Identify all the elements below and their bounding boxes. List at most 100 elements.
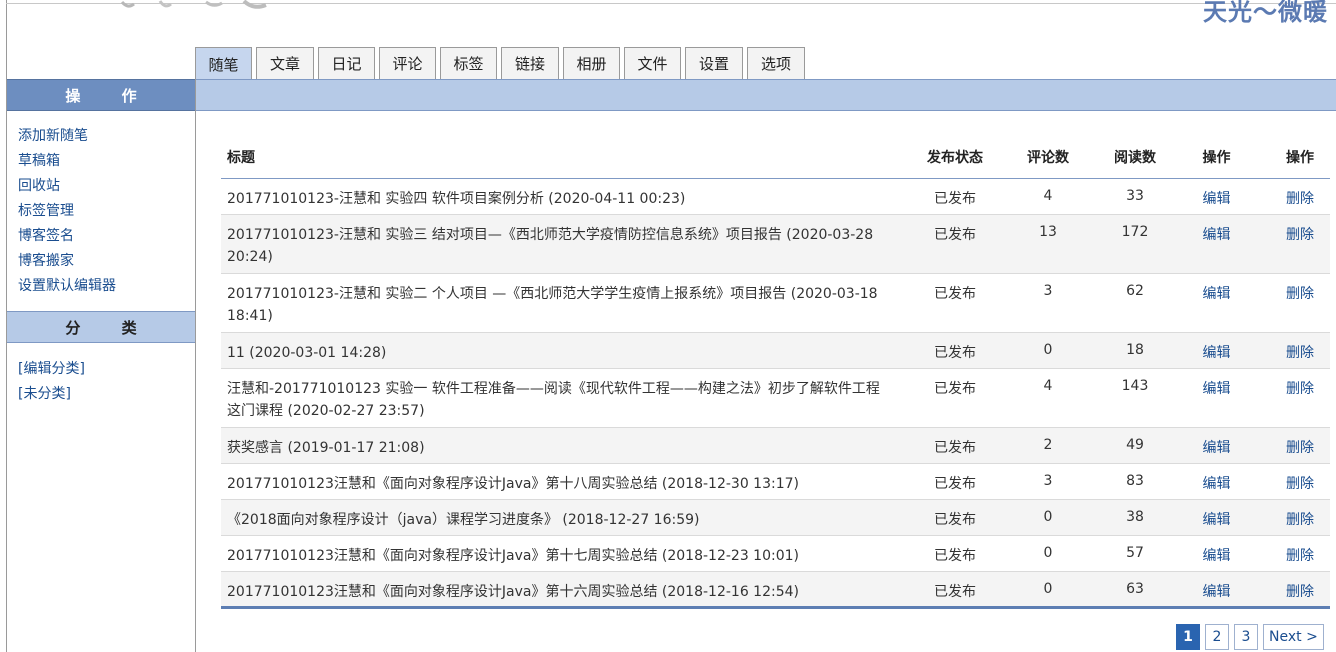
table-row: 汪慧和-201771010123 实验一 软件工程准备——阅读《现代软件工程——… xyxy=(221,368,1330,428)
edit-cell: 编辑 xyxy=(1163,427,1270,464)
tab-articles[interactable]: 文章 xyxy=(256,47,314,79)
column-header-edit: 操作 xyxy=(1163,137,1270,179)
post-read-count: 38 xyxy=(1107,499,1163,536)
delete-link[interactable]: 删除 xyxy=(1286,476,1314,492)
post-status: 已发布 xyxy=(921,332,989,369)
delete-link[interactable]: 删除 xyxy=(1286,286,1314,302)
delete-link[interactable]: 删除 xyxy=(1286,512,1314,528)
edit-cell: 编辑 xyxy=(1163,368,1270,428)
delete-link[interactable]: 删除 xyxy=(1286,440,1314,456)
edit-link[interactable]: 编辑 xyxy=(1203,512,1231,528)
post-read-count: 62 xyxy=(1107,273,1163,333)
tab-files[interactable]: 文件 xyxy=(624,47,681,79)
tab-albums[interactable]: 相册 xyxy=(563,47,620,79)
sidebar-link-blog-signature[interactable]: 博客签名 xyxy=(18,226,116,251)
post-comment-count: 4 xyxy=(989,178,1107,215)
post-read-count: 49 xyxy=(1107,427,1163,464)
delete-link[interactable]: 删除 xyxy=(1286,381,1314,397)
sidebar-link-uncategorized[interactable]: [未分类] xyxy=(18,384,85,409)
edit-link[interactable]: 编辑 xyxy=(1203,548,1231,564)
edit-cell: 编辑 xyxy=(1163,499,1270,536)
post-comment-count: 0 xyxy=(989,499,1107,536)
column-header-title: 标题 xyxy=(221,137,921,179)
post-title: 201771010123汪慧和《面向对象程序设计Java》第十七周实验总结 (2… xyxy=(221,535,921,572)
posts-table: 标题 发布状态 评论数 阅读数 操作 操作 201771010123-汪慧和 实… xyxy=(221,137,1330,609)
edit-link[interactable]: 编辑 xyxy=(1203,476,1231,492)
sidebar-link-blog-migration[interactable]: 博客搬家 xyxy=(18,251,116,276)
edit-link[interactable]: 编辑 xyxy=(1203,440,1231,456)
post-read-count: 63 xyxy=(1107,571,1163,609)
edit-link[interactable]: 编辑 xyxy=(1203,191,1231,207)
delete-cell: 删除 xyxy=(1270,463,1330,500)
table-row: 201771010123-汪慧和 实验二 个人项目 —《西北师范大学学生疫情上报… xyxy=(221,273,1330,333)
delete-link[interactable]: 删除 xyxy=(1286,191,1314,207)
tab-comments[interactable]: 评论 xyxy=(379,47,436,79)
delete-link[interactable]: 删除 xyxy=(1286,548,1314,564)
blog-title[interactable]: 天光～微暖 xyxy=(1203,0,1328,27)
sidebar-link-tag-management[interactable]: 标签管理 xyxy=(18,201,116,226)
page-3-button[interactable]: 3 xyxy=(1234,624,1258,650)
post-status: 已发布 xyxy=(921,427,989,464)
tab-settings[interactable]: 设置 xyxy=(685,47,743,79)
sidebar-ops-links: 添加新随笔 草稿箱 回收站 标签管理 博客签名 博客搬家 设置默认编辑器 xyxy=(18,126,116,301)
edit-link[interactable]: 编辑 xyxy=(1203,286,1231,302)
post-read-count: 18 xyxy=(1107,332,1163,369)
column-header-comments: 评论数 xyxy=(989,137,1107,179)
delete-cell: 删除 xyxy=(1270,571,1330,609)
tab-posts[interactable]: 随笔 xyxy=(195,47,252,80)
table-row: 201771010123-汪慧和 实验四 软件项目案例分析 (2020-04-1… xyxy=(221,178,1330,215)
post-read-count: 83 xyxy=(1107,463,1163,500)
sidebar-link-default-editor[interactable]: 设置默认编辑器 xyxy=(18,276,116,301)
edit-cell: 编辑 xyxy=(1163,535,1270,572)
delete-cell: 删除 xyxy=(1270,368,1330,428)
pagination: 1 2 3 Next > xyxy=(1176,624,1329,650)
sidebar-link-drafts[interactable]: 草稿箱 xyxy=(18,151,116,176)
tab-options[interactable]: 选项 xyxy=(747,47,805,79)
sidebar-link-recycle-bin[interactable]: 回收站 xyxy=(18,176,116,201)
post-title: 201771010123汪慧和《面向对象程序设计Java》第十八周实验总结 (2… xyxy=(221,463,921,500)
tab-links[interactable]: 链接 xyxy=(501,47,559,79)
delete-cell: 删除 xyxy=(1270,178,1330,215)
edit-link[interactable]: 编辑 xyxy=(1203,584,1231,600)
delete-link[interactable]: 删除 xyxy=(1286,345,1314,361)
edit-link[interactable]: 编辑 xyxy=(1203,227,1231,243)
delete-cell: 删除 xyxy=(1270,427,1330,464)
sidebar-link-edit-categories[interactable]: [编辑分类] xyxy=(18,359,85,384)
post-title: 201771010123汪慧和《面向对象程序设计Java》第十六周实验总结 (2… xyxy=(221,571,921,609)
post-read-count: 143 xyxy=(1107,368,1163,428)
page-1-button[interactable]: 1 xyxy=(1176,624,1200,650)
table-row: 《2018面向对象程序设计（java）课程学习进度条》 (2018-12-27 … xyxy=(221,499,1330,536)
post-read-count: 33 xyxy=(1107,178,1163,215)
tab-diary[interactable]: 日记 xyxy=(318,47,375,79)
edit-cell: 编辑 xyxy=(1163,178,1270,215)
next-page-button[interactable]: Next > xyxy=(1263,624,1324,650)
sidebar-category-heading: 分 类 xyxy=(7,311,195,343)
edit-cell: 编辑 xyxy=(1163,463,1270,500)
table-row: 获奖感言 (2019-01-17 21:08) 已发布 2 49 编辑 删除 xyxy=(221,427,1330,464)
sidebar-ops-heading: 操 作 xyxy=(7,79,195,111)
page-2-button[interactable]: 2 xyxy=(1205,624,1229,650)
edit-link[interactable]: 编辑 xyxy=(1203,345,1231,361)
post-status: 已发布 xyxy=(921,571,989,609)
post-status: 已发布 xyxy=(921,178,989,215)
post-comment-count: 3 xyxy=(989,463,1107,500)
edit-link[interactable]: 编辑 xyxy=(1203,381,1231,397)
tab-tags[interactable]: 标签 xyxy=(440,47,497,79)
delete-link[interactable]: 删除 xyxy=(1286,227,1314,243)
post-status: 已发布 xyxy=(921,214,989,274)
delete-cell: 删除 xyxy=(1270,273,1330,333)
sidebar-link-new-post[interactable]: 添加新随笔 xyxy=(18,126,116,151)
delete-cell: 删除 xyxy=(1270,499,1330,536)
table-row: 201771010123-汪慧和 实验三 结对项目—《西北师范大学疫情防控信息系… xyxy=(221,214,1330,274)
sidebar-category-links: [编辑分类] [未分类] xyxy=(18,359,85,409)
post-comment-count: 2 xyxy=(989,427,1107,464)
post-comment-count: 0 xyxy=(989,571,1107,609)
post-comment-count: 3 xyxy=(989,273,1107,333)
post-status: 已发布 xyxy=(921,273,989,333)
post-status: 已发布 xyxy=(921,499,989,536)
post-status: 已发布 xyxy=(921,535,989,572)
post-title: 汪慧和-201771010123 实验一 软件工程准备——阅读《现代软件工程——… xyxy=(221,368,921,428)
post-title: 获奖感言 (2019-01-17 21:08) xyxy=(221,427,921,464)
column-header-delete: 操作 xyxy=(1270,137,1330,179)
delete-link[interactable]: 删除 xyxy=(1286,584,1314,600)
